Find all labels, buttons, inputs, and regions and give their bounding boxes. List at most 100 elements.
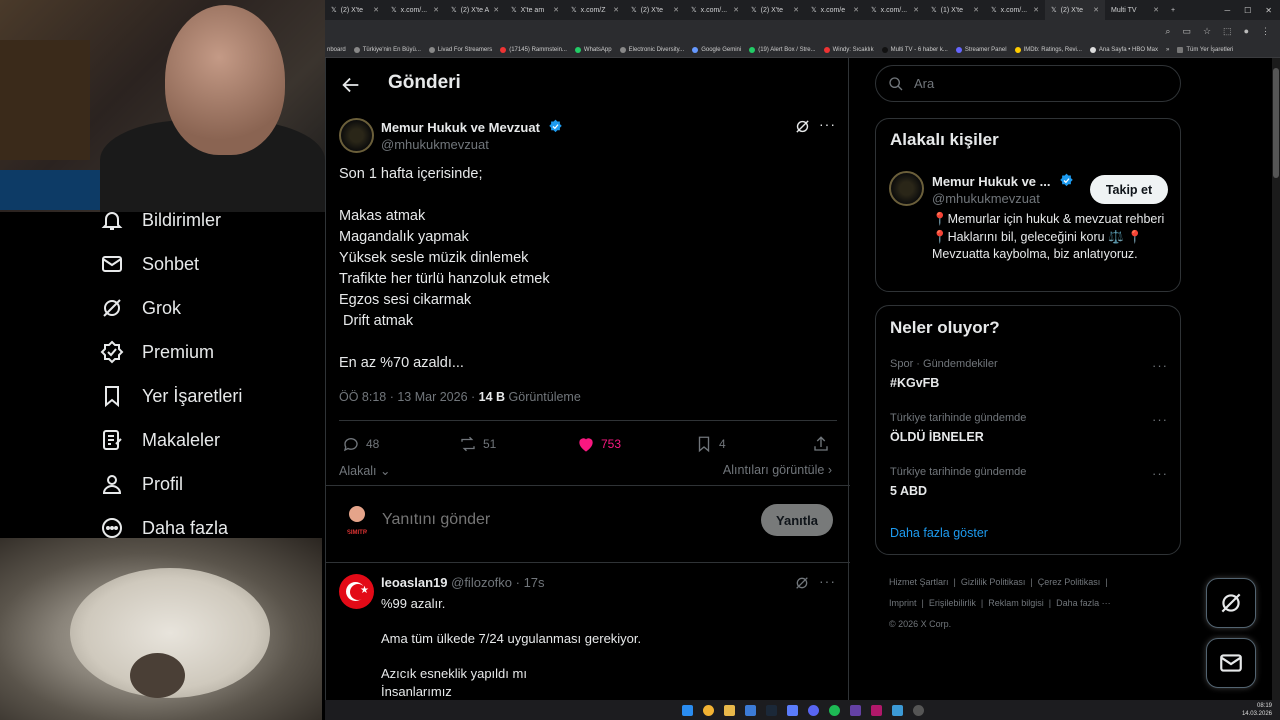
windows-start-icon[interactable] [681, 704, 693, 716]
close-tab-icon[interactable]: ✕ [853, 6, 859, 14]
browser-tab[interactable]: 𝕏x.com/... ✕ [985, 0, 1045, 20]
menu-icon[interactable]: ⋮ [1261, 26, 1270, 37]
close-tab-icon[interactable]: ✕ [433, 6, 439, 14]
browser-tab[interactable]: 𝕏x.com/... ✕ [685, 0, 745, 20]
related-person-name[interactable]: Memur Hukuk ve ... [932, 174, 1050, 189]
footer-link[interactable]: Çerez Politikası [1038, 577, 1101, 587]
reply-author-name[interactable]: leoaslan19 [381, 575, 448, 590]
footer-link[interactable]: Erişilebilirlik [929, 598, 976, 608]
new-tab-icon[interactable]: + [1165, 7, 1181, 14]
my-avatar[interactable]: SIMITR [340, 502, 374, 536]
browser-tab[interactable]: 𝕏x.com/e ✕ [805, 0, 865, 20]
post-time[interactable]: ÖÖ 8:18 · 13 Mar 2026 · [339, 390, 479, 404]
browser-tab[interactable]: 𝕏x.com/Z ✕ [565, 0, 625, 20]
scrollbar[interactable] [1272, 58, 1280, 700]
folder-icon[interactable] [723, 704, 735, 716]
bookmark-item[interactable]: Windy: Sıcaklık [823, 46, 874, 53]
close-tab-icon[interactable]: ✕ [733, 6, 739, 14]
author-handle[interactable]: @mhukukmevzuat [381, 137, 563, 152]
bookmark-item[interactable]: Google Gemini [692, 46, 741, 53]
bookmark-item[interactable]: Türkiye'nin En Büyü... [353, 46, 421, 53]
nav-item-bookmarks[interactable]: Yer İşaretleri [100, 384, 242, 408]
repost-action[interactable]: 51 [459, 435, 496, 453]
author-avatar[interactable] [339, 118, 374, 153]
reply-action[interactable]: 48 [342, 435, 379, 453]
extensions-icon[interactable]: ⬚ [1223, 26, 1232, 37]
nav-item-chat[interactable]: Sohbet [100, 252, 199, 276]
bookmark-item[interactable]: (19) Alert Box / Stre... [749, 46, 816, 53]
app-icon[interactable] [891, 704, 903, 716]
browser-tab[interactable]: Multi TV ✕ [1105, 0, 1165, 20]
view-quotes-link[interactable]: Alıntıları görüntüle › [723, 463, 832, 477]
reply-author-avatar[interactable]: ★ [339, 574, 374, 609]
show-more-link[interactable]: Daha fazla göster [890, 526, 988, 540]
reply-time[interactable]: · 17s [516, 575, 545, 590]
bookmark-item[interactable]: IMDb: Ratings, Revi... [1014, 46, 1082, 53]
bookmark-item[interactable]: Ana Sayfa • HBO Max [1089, 46, 1158, 53]
reply-author-handle[interactable]: @filozofko [451, 575, 512, 590]
like-action[interactable]: 753 [577, 435, 621, 453]
star-icon[interactable]: ☆ [1203, 26, 1211, 37]
nav-item-notifications[interactable]: Bildirimler [100, 208, 221, 232]
browser-tab[interactable]: 𝕏 (2) X'te ✕ [625, 0, 685, 20]
browser-tab[interactable]: 𝕏x.com/... ✕ [385, 0, 445, 20]
nav-item-more[interactable]: Daha fazla [100, 516, 228, 540]
close-tab-icon[interactable]: ✕ [1033, 6, 1039, 14]
search-box[interactable]: Ara [875, 65, 1181, 102]
bookmark-item[interactable]: Streamer Panel [955, 46, 1007, 53]
back-arrow-icon[interactable] [340, 74, 362, 96]
footer-link[interactable]: Gizlilik Politikası [961, 577, 1026, 587]
follow-button[interactable]: Takip et [1090, 175, 1168, 204]
bookmark-item[interactable]: WhatsApp [574, 46, 612, 53]
close-tab-icon[interactable]: ✕ [553, 6, 559, 14]
browser-tab[interactable]: 𝕏 (2) X'te ✕ [325, 0, 385, 20]
trend-more-icon[interactable]: ··· [1152, 412, 1168, 427]
trend-more-icon[interactable]: ··· [1152, 358, 1168, 373]
grok-icon[interactable] [794, 118, 811, 135]
nav-item-premium[interactable]: Premium [100, 340, 214, 364]
browser-tab-active[interactable]: 𝕏 (2) X'te ✕ [1045, 0, 1105, 20]
close-tab-icon[interactable]: ✕ [373, 6, 379, 14]
all-bookmarks[interactable]: Tüm Yer İşaretleri [1177, 46, 1233, 53]
browser-tab[interactable]: 𝕏 (2) X'te ✕ [745, 0, 805, 20]
bookmark-item[interactable]: (17145) Rammstein... [500, 46, 567, 53]
related-dropdown[interactable]: Alakalı ⌄ [339, 463, 390, 478]
maximize-icon[interactable]: ☐ [1244, 6, 1251, 15]
chrome-icon[interactable] [702, 704, 714, 716]
related-person-avatar[interactable] [889, 171, 924, 206]
minimize-icon[interactable]: ─ [1224, 6, 1230, 15]
nav-item-articles[interactable]: Makaleler [100, 428, 220, 452]
twitch-icon[interactable] [849, 704, 861, 716]
bookmarks-overflow[interactable]: » [1166, 47, 1169, 53]
system-clock[interactable]: 08:19 14.03.2026 [1242, 702, 1272, 718]
grok-fab[interactable] [1206, 578, 1256, 628]
app-icon[interactable] [870, 704, 882, 716]
reply-button[interactable]: Yanıtla [761, 504, 833, 536]
browser-tab[interactable]: 𝕏x.com/... ✕ [865, 0, 925, 20]
nav-item-profile[interactable]: Profil [100, 472, 183, 496]
footer-link[interactable]: Daha fazla ··· [1056, 598, 1111, 608]
close-window-icon[interactable]: ✕ [1265, 6, 1272, 15]
close-tab-icon[interactable]: ✕ [493, 6, 499, 14]
footer-link[interactable]: Reklam bilgisi [988, 598, 1044, 608]
browser-tab[interactable]: 𝕏 X'te am ✕ [505, 0, 565, 20]
bookmark-item[interactable]: Electronic Diversity... [619, 46, 684, 53]
browser-tab[interactable]: 𝕏 (2) X'te A ✕ [445, 0, 505, 20]
close-tab-icon[interactable]: ✕ [1093, 6, 1099, 14]
zoom-icon[interactable]: ⌕ [1165, 26, 1170, 37]
messages-fab[interactable] [1206, 638, 1256, 688]
close-tab-icon[interactable]: ✕ [1153, 6, 1159, 14]
share-action[interactable] [812, 435, 830, 453]
nav-item-grok[interactable]: Grok [100, 296, 181, 320]
bookmark-item[interactable]: nboard [327, 47, 346, 53]
related-person-handle[interactable]: @mhukukmevzuat [932, 191, 1074, 206]
footer-link[interactable]: Imprint [889, 598, 917, 608]
footer-link[interactable]: Hizmet Şartları [889, 577, 949, 587]
trend-more-icon[interactable]: ··· [1152, 466, 1168, 481]
close-tab-icon[interactable]: ✕ [793, 6, 799, 14]
close-tab-icon[interactable]: ✕ [973, 6, 979, 14]
reply-input[interactable] [382, 508, 742, 532]
bookmark-action[interactable]: 4 [695, 435, 726, 453]
bookmark-item[interactable]: Multi TV - 6 haber k... [881, 46, 948, 53]
spotify-icon[interactable] [828, 704, 840, 716]
